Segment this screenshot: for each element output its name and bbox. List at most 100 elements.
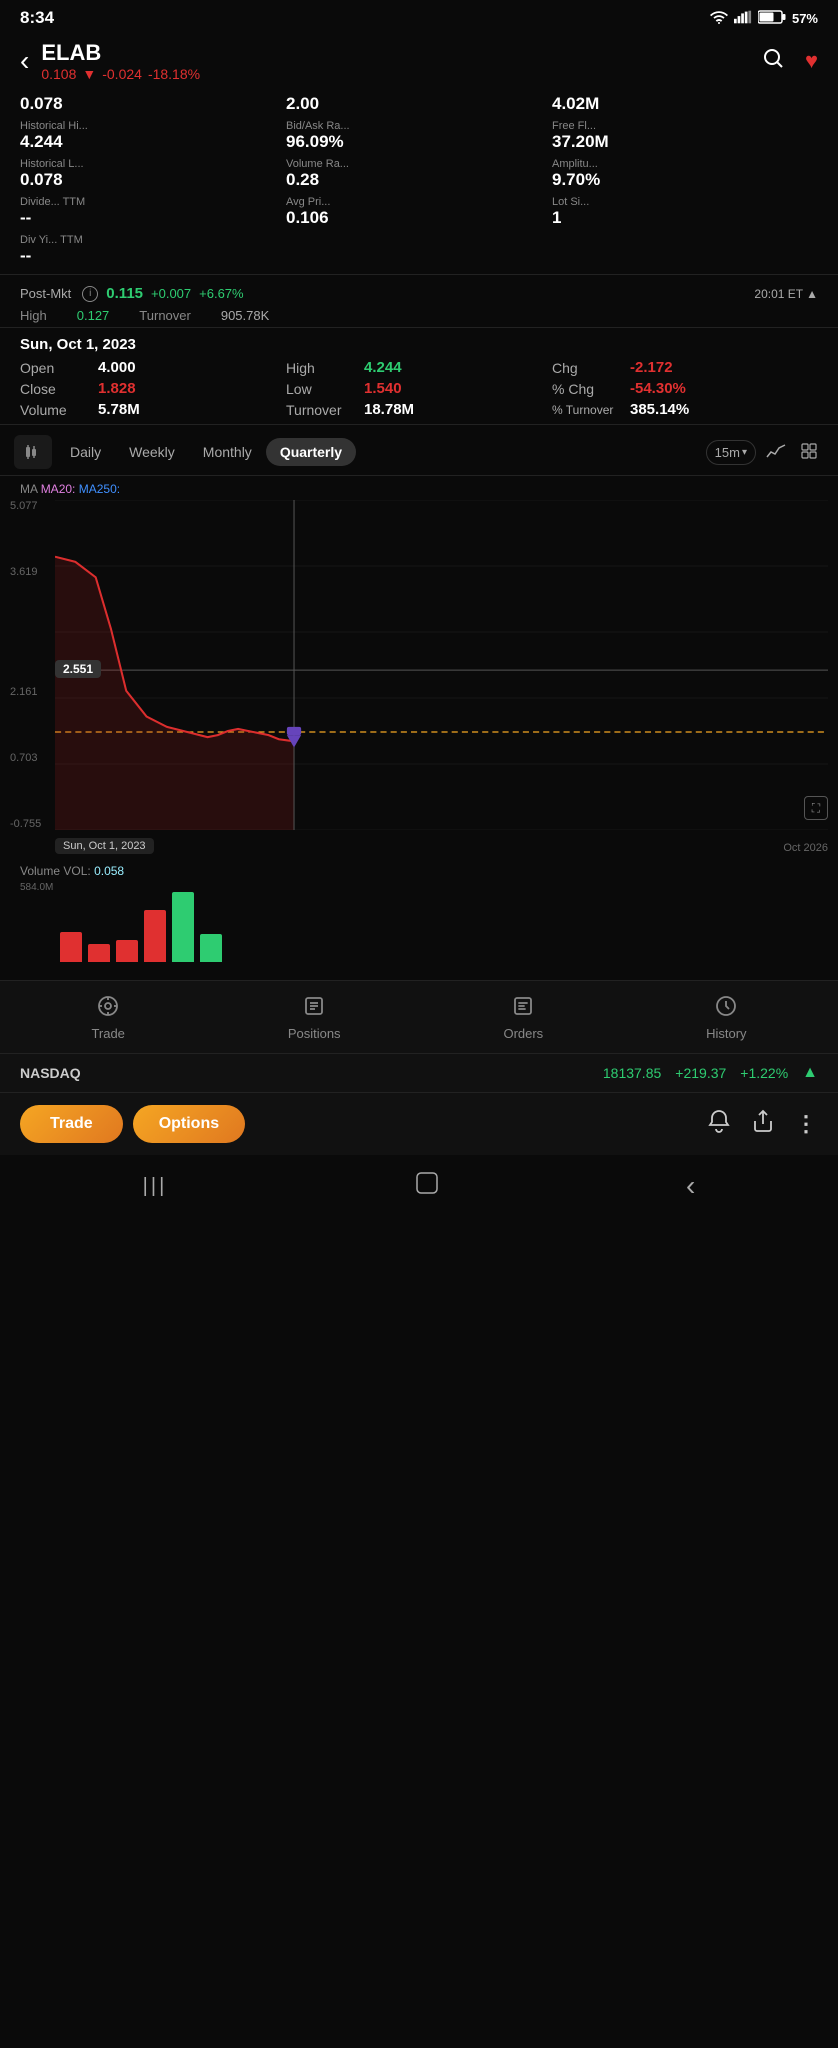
volume-label: Volume [20, 864, 60, 878]
vol-bar-4 [144, 910, 166, 962]
system-back-icon[interactable]: ‹ [686, 1170, 695, 1202]
more-icon[interactable]: ⋮ [795, 1111, 818, 1137]
y-label-4: 3.619 [10, 566, 41, 578]
chart-date-left: Sun, Oct 1, 2023 [55, 838, 154, 854]
system-home-icon[interactable] [413, 1169, 441, 1203]
y-label-1: 0.703 [10, 752, 41, 764]
ma-row: MA MA20: MA250: [0, 476, 838, 500]
label-amplitude: Amplitu... [552, 158, 818, 170]
chart-svg [55, 500, 828, 830]
ma-prefix: MA [20, 482, 37, 496]
grid-chart-icon[interactable] [796, 438, 824, 466]
ohlc-volume-value: 5.78M [98, 401, 140, 418]
chart-container: 5.077 3.619 2.161 0.703 -0.755 [0, 500, 838, 860]
heart-icon[interactable]: ♥ [805, 48, 818, 74]
value-avgpri: 0.106 [286, 208, 552, 228]
metric-value-current: 0.078 [20, 94, 286, 114]
header-left: ‹ ELAB 0.108 ▼ -0.024 -18.18% [20, 40, 200, 82]
partial-turnover-label: Turnover [139, 308, 191, 323]
nav-trade[interactable]: Trade [91, 995, 124, 1041]
nav-positions-label: Positions [288, 1026, 341, 1041]
timeframe-tabs: Daily Weekly Monthly Quarterly 15m ▾ [0, 424, 838, 476]
ticker-sub: 0.108 ▼ -0.024 -18.18% [41, 66, 200, 82]
divider-1 [0, 274, 838, 275]
ohlc-open-label: Open [20, 360, 90, 376]
nav-positions[interactable]: Positions [288, 995, 341, 1041]
metric-amplitude: Amplitu... 9.70% [552, 158, 818, 190]
post-mkt-row: Post-Mkt i 0.115 +0.007 +6.67% 20:01 ET … [0, 279, 838, 306]
post-mkt-change: +0.007 [151, 286, 191, 301]
vol-value: 0.058 [94, 864, 124, 878]
battery-pct: 57% [792, 11, 818, 26]
label-divyi: Div Yi... TTM [20, 234, 818, 246]
line-chart-icon[interactable] [762, 438, 790, 466]
price-area [55, 557, 294, 830]
share-icon[interactable] [751, 1109, 775, 1139]
nasdaq-pct: +1.22% [740, 1065, 788, 1081]
options-button[interactable]: Options [133, 1105, 245, 1143]
partial-ohlc: High 0.127 Turnover 905.78K [0, 306, 838, 328]
date-row: Sun, Oct 1, 2023 [0, 328, 838, 357]
vol-label: VOL: [63, 864, 90, 878]
tab-quarterly[interactable]: Quarterly [266, 438, 356, 466]
post-mkt-time-val: 20:01 ET [754, 287, 803, 301]
value-histlo: 0.078 [20, 170, 286, 190]
bell-icon[interactable] [707, 1109, 731, 1139]
metric-value-3: 4.02M [552, 94, 818, 114]
nav-trade-label: Trade [91, 1026, 124, 1041]
status-time: 8:34 [20, 8, 54, 28]
y-label-2: 2.161 [10, 686, 41, 698]
metric-dividend: Divide... TTM -- [20, 196, 286, 228]
value-amplitude: 9.70% [552, 170, 818, 190]
metric-2: 2.00 [286, 94, 552, 114]
nasdaq-bar: NASDAQ 18137.85 +219.37 +1.22% ▲ [0, 1053, 838, 1092]
metric-3: 4.02M [552, 94, 818, 114]
trade-actions: ⋮ [707, 1109, 818, 1139]
tab-right: 15m ▾ [706, 438, 824, 466]
header-right: ♥ [761, 46, 818, 76]
y-label-5: 5.077 [10, 500, 41, 512]
system-menu-icon[interactable]: ||| [143, 1175, 168, 1198]
value-bidask: 96.09% [286, 132, 552, 152]
current-price: 0.108 [41, 66, 76, 82]
ohlc-low-value: 1.540 [364, 380, 402, 397]
crosshair-label: 2.551 [55, 660, 101, 678]
nasdaq-arrow-icon: ▲ [802, 1064, 818, 1082]
nasdaq-label: NASDAQ [20, 1065, 81, 1081]
metric-bidask: Bid/Ask Ra... 96.09% [286, 120, 552, 152]
candlestick-toggle-icon[interactable] [14, 435, 52, 469]
chart-inner: 2.551 [55, 500, 828, 830]
nasdaq-values: 18137.85 +219.37 +1.22% ▲ [603, 1064, 818, 1082]
vol-bars [20, 882, 818, 962]
ohlc-high: High 4.244 [286, 359, 552, 376]
search-icon[interactable] [761, 46, 785, 76]
ohlc-chg-value: -2.172 [630, 359, 673, 376]
metric-volra: Volume Ra... 0.28 [286, 158, 552, 190]
trade-options-bar: Trade Options ⋮ [0, 1092, 838, 1155]
tab-monthly[interactable]: Monthly [189, 438, 266, 466]
dropdown-arrow-icon: ▾ [742, 447, 747, 458]
nav-history[interactable]: History [706, 995, 746, 1041]
label-avgpri: Avg Pri... [286, 196, 552, 208]
nav-orders-label: Orders [503, 1026, 543, 1041]
ohlc-high-label: High [286, 360, 356, 376]
trade-button[interactable]: Trade [20, 1105, 123, 1143]
tab-daily[interactable]: Daily [56, 438, 115, 466]
metric-freefloat: Free Fl... 37.20M [552, 120, 818, 152]
status-bar: 8:34 57% [0, 0, 838, 32]
ohlc-volume-label: Volume [20, 402, 90, 418]
wifi-icon [710, 10, 728, 27]
ohlc-low-label: Low [286, 381, 356, 397]
nav-history-label: History [706, 1026, 746, 1041]
trade-icon [97, 995, 119, 1023]
expand-icon[interactable]: ⛶ [804, 796, 828, 820]
value-divyi: -- [20, 246, 818, 266]
nav-orders[interactable]: Orders [503, 995, 543, 1041]
ohlc-turnover-label: Turnover [286, 402, 356, 418]
tab-15m[interactable]: 15m ▾ [706, 440, 756, 465]
tab-weekly[interactable]: Weekly [115, 438, 189, 466]
interval-label: 15m [715, 445, 740, 460]
back-button[interactable]: ‹ [20, 45, 29, 77]
label-volra: Volume Ra... [286, 158, 552, 170]
vol-bar-5 [172, 892, 194, 962]
